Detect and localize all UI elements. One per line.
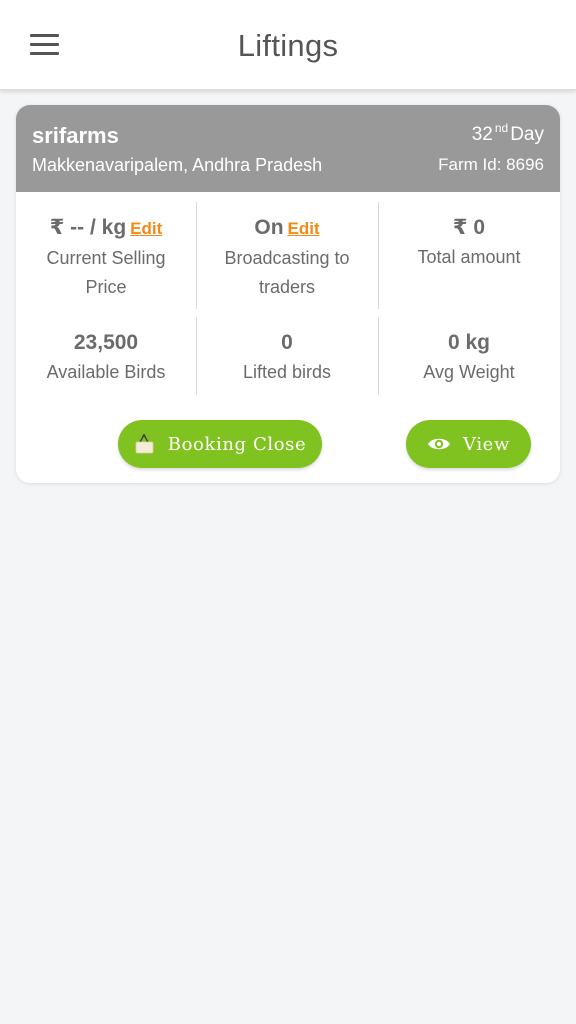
lifted-birds-value: 0 [281,331,293,354]
broadcast-label: Broadcasting to traders [197,244,377,302]
broadcast-label-line1: Broadcasting to [224,248,350,268]
farm-card-header: srifarms Makkenavaripalem, Andhra Prades… [16,105,560,192]
edit-price-link[interactable]: Edit [130,219,162,238]
broadcast-value: On [254,216,284,239]
selling-price-value: ₹ -- / kg [49,216,127,239]
total-amount-value: ₹ 0 [452,216,486,239]
eye-icon [427,436,451,452]
farm-day-suffix: nd [494,121,509,135]
view-button[interactable]: View [406,420,531,468]
broadcast-label-line2: traders [258,277,316,297]
total-amount-label: Total amount [417,247,521,267]
stat-lifted-birds: 0 Lifted birds [197,330,377,387]
available-birds-label: Available Birds [46,362,166,382]
stat-avg-weight: 0 kg Avg Weight [379,330,559,387]
selling-price-label-line2: Price [85,277,127,297]
booking-close-button[interactable]: Booking Close [118,420,322,468]
selling-price-label: Current Selling Price [16,244,196,302]
farm-id: Farm Id: 8696 [438,155,544,174]
view-label: View [463,433,510,455]
stat-available-birds: 23,500 Available Birds [16,330,196,387]
stat-selling-price: ₹ -- / kg Edit Current Selling Price [16,215,196,302]
farm-day: 32nd Day [472,121,544,146]
stat-broadcast: On Edit Broadcasting to traders [197,215,377,302]
lifted-birds-label: Lifted birds [242,362,332,382]
closed-sign-icon [134,433,156,455]
farm-location: Makkenavaripalem, Andhra Pradesh [32,155,323,175]
app-bar: Liftings [0,0,576,90]
edit-broadcast-link[interactable]: Edit [288,219,320,238]
farm-day-number: 32 [471,124,493,145]
booking-close-label: Booking Close [167,433,307,455]
page-title: Liftings [237,28,339,63]
avg-weight-label: Avg Weight [423,362,515,382]
farm-name: srifarms [32,123,119,148]
farm-day-word: Day [510,124,544,145]
stat-total-amount: ₹ 0 Total amount [379,215,559,272]
avg-weight-value: 0 kg [447,331,491,354]
available-birds-value: 23,500 [73,331,139,354]
farm-card: srifarms Makkenavaripalem, Andhra Prades… [16,105,560,483]
selling-price-label-line1: Current Selling [46,248,166,268]
